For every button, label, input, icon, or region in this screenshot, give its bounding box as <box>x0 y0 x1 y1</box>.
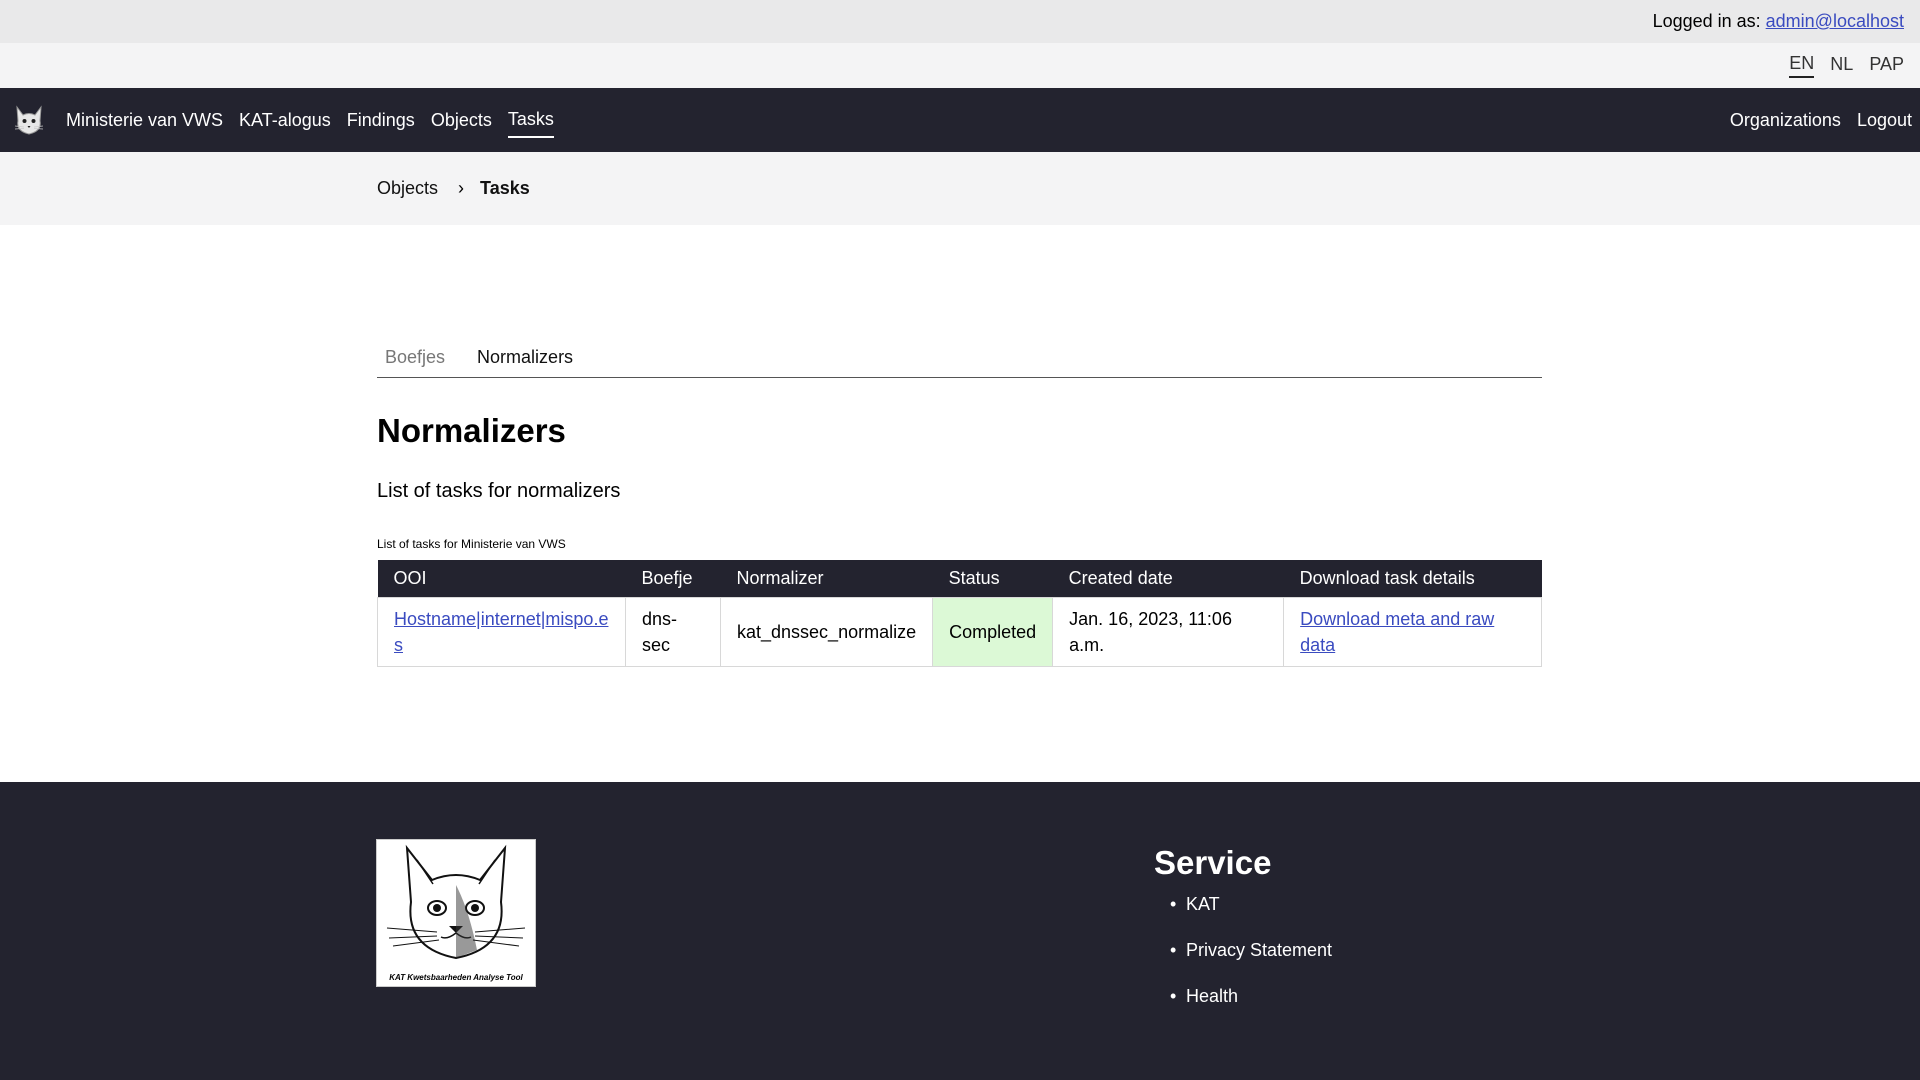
column-header-download: Download task details <box>1299 568 1475 588</box>
cell-ooi: Hostname|internet|mispo.es <box>377 597 626 667</box>
service-link-privacy[interactable]: Privacy Statement <box>1154 940 1332 961</box>
nav-item-katalogus[interactable]: KAT-alogus <box>239 104 331 137</box>
column-header-status: Status <box>948 568 1000 588</box>
lang-nl[interactable]: NL <box>1830 54 1853 77</box>
lang-en[interactable]: EN <box>1789 53 1815 78</box>
service-title: Service <box>1154 844 1272 881</box>
tab-normalizers[interactable]: Normalizers <box>477 347 597 368</box>
main-content: Boefjes Normalizers Normalizers List of … <box>377 340 1542 667</box>
status-badge: Completed <box>932 597 1054 667</box>
column-header-ooi: OOI <box>393 568 427 588</box>
service-section: Service KAT Privacy Statement Health <box>1154 844 1332 1032</box>
breadcrumb: Objects › Tasks <box>0 152 1920 225</box>
ooi-link[interactable]: Hostname|internet|mispo.es <box>394 609 608 655</box>
lang-pap[interactable]: PAP <box>1869 54 1904 77</box>
service-link-kat[interactable]: KAT <box>1154 894 1332 915</box>
table-caption: List of tasks for Ministerie van VWS <box>377 537 566 551</box>
download-link[interactable]: Download meta and raw data <box>1300 609 1494 655</box>
task-type-tabs: Boefjes Normalizers <box>377 340 1542 378</box>
user-email-link[interactable]: admin@localhost <box>1766 11 1904 32</box>
nav-item-tasks[interactable]: Tasks <box>507 103 554 138</box>
service-links: KAT Privacy Statement Health <box>1154 894 1332 1007</box>
tab-boefjes[interactable]: Boefjes <box>385 347 469 368</box>
cell-normalizer: kat_dnssec_normalize <box>719 597 934 667</box>
breadcrumb-tasks[interactable]: Tasks <box>480 178 530 199</box>
column-header-normalizer: Normalizer <box>736 568 824 588</box>
language-bar: EN NL PAP <box>0 43 1920 88</box>
cell-boefje: dns-sec <box>625 597 721 667</box>
service-link-health[interactable]: Health <box>1154 986 1332 1007</box>
nav-item-objects[interactable]: Objects <box>431 104 492 137</box>
cell-created-date: Jan. 16, 2023, 11:06 a.m. <box>1052 597 1285 667</box>
logged-in-label: Logged in as: <box>1652 11 1761 31</box>
page-subtitle: List of tasks for normalizers <box>377 480 621 502</box>
table-header-row: OOI Boefje Normalizer Status Created dat… <box>377 560 1542 598</box>
tasks-table: OOI Boefje Normalizer Status Created dat… <box>377 560 1542 667</box>
cat-logo-icon[interactable] <box>12 103 46 137</box>
nav-item-findings[interactable]: Findings <box>347 104 415 137</box>
nav-item-logout[interactable]: Logout <box>1857 104 1912 137</box>
page-title: Normalizers <box>377 412 566 449</box>
nav-item-organizations[interactable]: Organizations <box>1730 104 1841 137</box>
footer: KAT Kwetsbaarheden Analyse Tool Service … <box>0 782 1920 1080</box>
column-header-boefje: Boefje <box>641 568 693 588</box>
logo-caption: KAT Kwetsbaarheden Analyse Tool <box>389 973 523 982</box>
chevron-right-icon: › <box>458 178 465 198</box>
nav-org-name[interactable]: Ministerie van VWS <box>66 104 223 137</box>
cell-download: Download meta and raw data <box>1283 597 1542 667</box>
breadcrumb-objects[interactable]: Objects <box>377 178 438 199</box>
cat-illustration-icon <box>386 844 526 960</box>
top-user-bar: Logged in as: admin@localhost <box>0 0 1920 43</box>
main-navbar: Ministerie van VWS KAT-alogus Findings O… <box>0 88 1920 152</box>
column-header-created-date: Created date <box>1068 568 1173 588</box>
table-row: Hostname|internet|mispo.es dns-sec kat_d… <box>377 597 1542 667</box>
kat-logo: KAT Kwetsbaarheden Analyse Tool <box>376 839 536 987</box>
